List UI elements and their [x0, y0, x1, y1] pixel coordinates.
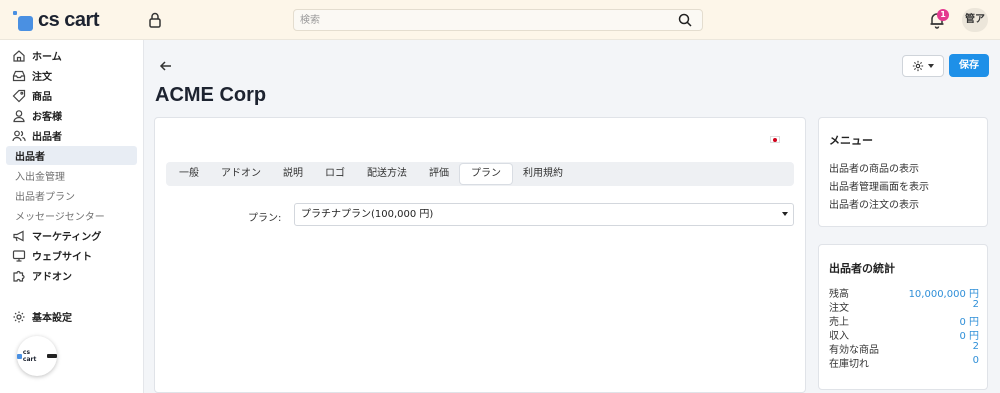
stat-label: 有効な商品 — [829, 345, 879, 356]
stat-value[interactable]: 10,000,000 円 — [909, 285, 979, 300]
tag-icon — [12, 89, 26, 102]
back-arrow-icon[interactable] — [158, 58, 174, 74]
sidebar-item-label: 商品 — [32, 92, 52, 103]
sidebar-item-label: 出品者 — [15, 152, 45, 163]
menu-card: メニュー 出品者の商品の表示 出品者管理画面を表示 出品者の注文の表示 — [818, 117, 988, 227]
sidebar-item-marketing[interactable]: マーケティング — [6, 226, 137, 245]
tab-shipping-methods[interactable]: 配送方法 — [356, 164, 418, 184]
sidebar-item-website[interactable]: ウェブサイト — [6, 246, 137, 265]
monitor-icon — [12, 249, 26, 262]
stat-value[interactable]: 0 円 — [959, 313, 979, 328]
stat-row: 売上 0 円 — [829, 313, 979, 328]
tab-logo[interactable]: ロゴ — [314, 164, 356, 184]
puzzle-icon — [13, 270, 25, 282]
stat-value[interactable]: 2 — [973, 299, 979, 313]
plan-field-label: プラン: — [248, 213, 282, 224]
sidebar-item-label: 注文 — [32, 72, 52, 83]
link-view-vendor-admin-panel[interactable]: 出品者管理画面を表示 — [829, 178, 929, 193]
sidebar-subitem-vendors[interactable]: 出品者 — [6, 146, 137, 165]
sidebar-item-label: アドオン — [32, 272, 72, 283]
sidebar-item-vendors[interactable]: 出品者 — [6, 126, 137, 145]
tab-general[interactable]: 一般 — [168, 164, 210, 184]
tab-reviews[interactable]: 評価 — [418, 164, 460, 184]
stat-value[interactable]: 2 — [973, 341, 979, 355]
link-view-vendor-orders[interactable]: 出品者の注文の表示 — [829, 196, 919, 211]
stat-label: 残高 — [829, 289, 849, 300]
stat-row: 有効な商品 2 — [829, 341, 979, 356]
sidebar-item-label: メッセージセンター — [15, 212, 105, 223]
stat-label: 注文 — [829, 303, 849, 314]
notification-badge: 1 — [937, 9, 949, 21]
plan-select-value: プラチナプラン(100,000 円) — [301, 209, 434, 220]
sidebar-item-products[interactable]: 商品 — [6, 86, 137, 105]
search-box — [293, 9, 703, 31]
sidebar-item-label: お客様 — [32, 112, 62, 123]
chevron-down-icon — [928, 64, 934, 68]
avatar[interactable]: 管ア — [962, 8, 988, 32]
sidebar-item-orders[interactable]: 注文 — [6, 66, 137, 85]
plan-select[interactable]: プラチナプラン(100,000 円) — [294, 203, 794, 226]
widget-logo: cs cart — [17, 349, 57, 363]
sidebar-subitem-accounting[interactable]: 入出金管理 — [6, 166, 137, 185]
search-icon[interactable] — [678, 13, 692, 27]
search-input[interactable] — [294, 10, 664, 30]
chevron-down-icon — [782, 212, 788, 216]
lock-icon[interactable] — [146, 11, 164, 29]
stat-row: 収入 0 円 — [829, 327, 979, 342]
tab-plan[interactable]: プラン — [460, 164, 512, 184]
stat-row: 残高 10,000,000 円 — [829, 285, 979, 300]
stat-value[interactable]: 0 — [973, 355, 979, 369]
tab-terms[interactable]: 利用規約 — [512, 164, 574, 184]
sidebar-item-label: マーケティング — [32, 232, 102, 243]
save-button[interactable]: 保存 — [949, 54, 989, 77]
sidebar-item-addons[interactable]: アドオン — [6, 266, 137, 285]
logo-text: cs cart — [38, 9, 100, 31]
vendor-stats-card: 出品者の統計 残高 10,000,000 円 注文 2 売上 0 円 収入 0 … — [818, 244, 988, 390]
settings-dropdown-button[interactable] — [902, 55, 944, 77]
sidebar-item-label: 出品者 — [32, 132, 62, 143]
stat-row: 注文 2 — [829, 299, 979, 314]
user-icon — [13, 109, 25, 122]
home-icon — [13, 49, 25, 62]
help-widget-button[interactable]: cs cart — [17, 336, 57, 376]
gear-icon — [912, 60, 924, 72]
language-flag-icon[interactable] — [770, 136, 780, 143]
sidebar: ホーム 注文 商品 お客様 出品者 出品者 入出金管理 出品者プラン メッセージ… — [0, 40, 144, 393]
tab-bar: 一般 アドオン 説明 ロゴ 配送方法 評価 プラン 利用規約 — [166, 162, 794, 186]
page-title: ACME Corp — [155, 84, 267, 106]
sidebar-item-label: 入出金管理 — [15, 172, 65, 183]
stat-label: 収入 — [829, 331, 849, 342]
sidebar-subitem-vendor-plans[interactable]: 出品者プラン — [6, 186, 137, 205]
vendor-edit-panel — [154, 117, 806, 393]
tab-addons[interactable]: アドオン — [210, 164, 272, 184]
stat-row: 在庫切れ 0 — [829, 355, 979, 370]
sidebar-item-label: 出品者プラン — [15, 192, 75, 203]
users-icon — [12, 130, 26, 141]
stat-label: 在庫切れ — [829, 359, 869, 370]
link-view-vendor-products[interactable]: 出品者の商品の表示 — [829, 160, 919, 175]
gear-icon — [13, 311, 25, 322]
tab-description[interactable]: 説明 — [272, 164, 314, 184]
megaphone-icon — [13, 230, 24, 241]
sidebar-item-home[interactable]: ホーム — [6, 46, 137, 65]
stat-label: 売上 — [829, 317, 849, 328]
logo-mark-icon — [12, 10, 34, 32]
stats-card-title: 出品者の統計 — [829, 262, 895, 275]
sidebar-item-customers[interactable]: お客様 — [6, 106, 137, 125]
stat-value[interactable]: 0 円 — [959, 327, 979, 342]
sidebar-item-label: ウェブサイト — [32, 252, 92, 263]
inbox-icon — [12, 70, 26, 81]
sidebar-item-settings[interactable]: 基本設定 — [6, 307, 137, 326]
top-bar: cs cart 1 管ア — [0, 0, 1000, 40]
sidebar-subitem-message-center[interactable]: メッセージセンター — [6, 206, 137, 225]
menu-card-title: メニュー — [829, 134, 873, 147]
sidebar-item-label: 基本設定 — [32, 313, 72, 324]
logo[interactable]: cs cart — [12, 9, 100, 32]
sidebar-item-label: ホーム — [32, 52, 62, 63]
